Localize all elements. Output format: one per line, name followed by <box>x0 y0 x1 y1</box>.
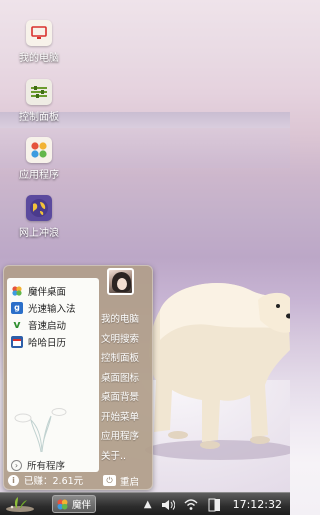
start-button[interactable] <box>3 495 43 513</box>
polar-bear-wallpaper-image <box>145 282 290 460</box>
plant-sketch-decoration <box>14 408 67 453</box>
start-menu: 魔伴桌面 g 光速输入法 v 音速启动 哈哈日历 › 所有程序 我的电脑 文明搜… <box>3 265 153 490</box>
all-programs-button[interactable]: › 所有程序 <box>11 458 65 472</box>
desktop-icon-control-panel[interactable]: 控制面板 <box>10 79 68 123</box>
start-menu-item-label: 哈哈日历 <box>28 337 67 349</box>
desktop-icon-apps[interactable]: 应用程序 <box>10 137 68 181</box>
power-icon: ⏻ <box>103 475 116 486</box>
start-logo-icon <box>6 497 34 512</box>
desktop-icon-label: 网上冲浪 <box>19 228 59 239</box>
control-panel-icon <box>26 79 52 105</box>
mobanzhuomian-icon <box>11 285 23 297</box>
taskbar-task-moban[interactable]: 魔伴 <box>52 495 96 513</box>
link-desktop-icons[interactable]: 桌面图标 <box>101 370 151 390</box>
taskbar: 魔伴 ▲ 17:12:32 <box>0 492 290 515</box>
desktop-icon-my-computer[interactable]: 我的电脑 <box>10 20 68 64</box>
computer-icon <box>26 20 52 46</box>
apps-icon <box>26 137 52 163</box>
restart-button[interactable]: ⏻ 重启 <box>103 474 140 488</box>
wifi-icon[interactable] <box>184 498 198 511</box>
restart-label: 重启 <box>120 476 140 488</box>
all-programs-label: 所有程序 <box>27 461 66 472</box>
globe-icon <box>26 195 52 221</box>
start-menu-item-vstart[interactable]: v 音速启动 <box>11 317 66 332</box>
arrow-right-icon: › <box>11 459 22 471</box>
start-menu-item-label: 魔伴桌面 <box>28 286 67 298</box>
start-menu-footer: i 已赚：2.61元 ⏻ 重启 <box>6 472 152 488</box>
desktop-icon-label: 我的电脑 <box>19 53 59 64</box>
desktop-icon-label: 控制面板 <box>19 112 59 123</box>
start-menu-item-input-method[interactable]: g 光速输入法 <box>11 300 76 315</box>
earnings-label: 已赚：2.61元 <box>24 476 84 487</box>
start-menu-item-mobanzhuomian[interactable]: 魔伴桌面 <box>11 283 66 298</box>
link-start-menu[interactable]: 开始菜单 <box>101 409 151 429</box>
start-menu-item-label: 音速启动 <box>28 320 67 332</box>
link-apps[interactable]: 应用程序 <box>101 428 151 448</box>
link-search[interactable]: 文明搜索 <box>101 331 151 351</box>
link-desktop-background[interactable]: 桌面背景 <box>101 389 151 409</box>
volume-icon[interactable] <box>161 499 175 511</box>
link-control-panel[interactable]: 控制面板 <box>101 350 151 370</box>
link-about[interactable]: 关于.. <box>101 448 151 468</box>
tray-expand-icon[interactable]: ▲ <box>144 499 152 510</box>
desktop-icon-label: 应用程序 <box>19 170 59 181</box>
system-tray: ▲ 17:12:32 <box>135 493 290 515</box>
earnings-info[interactable]: i 已赚：2.61元 <box>6 473 83 487</box>
input-method-icon: g <box>11 301 23 314</box>
vstart-icon: v <box>13 318 21 331</box>
desktop-icon-web[interactable]: 网上冲浪 <box>10 195 68 239</box>
taskbar-task-label: 魔伴 <box>72 500 92 511</box>
user-avatar[interactable] <box>107 268 134 295</box>
start-menu-links: 我的电脑 文明搜索 控制面板 桌面图标 桌面背景 开始菜单 应用程序 关于.. <box>101 311 151 467</box>
battery-icon[interactable] <box>207 498 221 512</box>
mobanzhuomian-icon <box>56 498 69 511</box>
start-menu-programs-pane: 魔伴桌面 g 光速输入法 v 音速启动 哈哈日历 › 所有程序 <box>7 278 99 472</box>
start-menu-item-calendar[interactable]: 哈哈日历 <box>11 334 66 349</box>
info-icon: i <box>8 474 19 486</box>
link-my-computer[interactable]: 我的电脑 <box>101 311 151 331</box>
calendar-icon <box>11 335 23 348</box>
start-menu-item-label: 光速输入法 <box>28 303 76 315</box>
clock[interactable]: 17:12:32 <box>233 498 282 511</box>
